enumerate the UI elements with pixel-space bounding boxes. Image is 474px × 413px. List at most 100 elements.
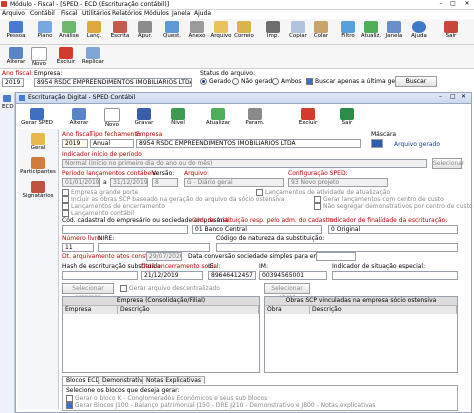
inner-alterar-button[interactable]: Alterar <box>63 106 95 127</box>
close-button[interactable]: ✕ <box>461 0 473 8</box>
toolbar-imp[interactable]: Imp. <box>259 19 287 40</box>
ativ-atualizacao-checkbox[interactable]: Lançamentos de atividade de atualização <box>256 189 390 196</box>
inner-param-button[interactable]: Param. <box>240 106 270 127</box>
toolbar-escrita[interactable]: Escrita <box>106 19 134 40</box>
gerar-scp-checkbox[interactable]: Gerar arquivo descentralizado <box>120 285 220 292</box>
selecionar-obras-button[interactable]: Selecionar obras <box>264 283 310 301</box>
toolbar-apur[interactable]: Apur. <box>131 19 159 40</box>
exit-icon <box>340 108 354 120</box>
selecionar-button[interactable]: Selecionar <box>432 158 464 169</box>
centro-custo-check <box>314 196 321 203</box>
centro-custo-checkbox[interactable]: Gerar lançamentos com centro de custo <box>314 196 444 203</box>
ie-label: IE: <box>208 263 216 270</box>
maximize-button[interactable]: □ <box>448 0 458 8</box>
radio-gerado[interactable]: Gerado <box>200 78 231 85</box>
versao-field[interactable]: 8 <box>152 178 178 187</box>
menu-janela[interactable]: Janela <box>172 10 190 18</box>
ano-fiscal-field[interactable]: 2019 <box>2 78 24 87</box>
tab-notas-explicativas[interactable]: Notas Explicativas <box>142 376 206 384</box>
toolbar-pessoa[interactable]: Pessoa <box>2 19 30 40</box>
dt-arquivamento-field[interactable]: 29/07/2020 <box>146 252 182 261</box>
toolbar-lanc[interactable]: Lanç. <box>80 19 108 40</box>
tipo-fechamento-select[interactable]: Anual <box>90 139 134 148</box>
analysis-icon <box>62 21 76 33</box>
config-sped-field[interactable]: 93 Novo projeto <box>288 178 388 187</box>
encerramento-checkbox[interactable]: Lançamentos de encerramento <box>62 203 165 210</box>
toolbar-quest[interactable]: Quest. <box>158 19 186 40</box>
inner-gravar-button[interactable]: Gravar <box>129 106 159 127</box>
arquivo-gerado-link[interactable]: Arquivo gerado <box>394 141 440 148</box>
lancamento-checkbox[interactable]: Lançamento contábil <box>62 210 134 217</box>
gerar-scp-check <box>120 285 127 292</box>
nire-field[interactable] <box>98 243 210 252</box>
inner-novo-button[interactable]: Novo <box>98 106 126 129</box>
mascara-field[interactable] <box>371 139 383 148</box>
minimize-button[interactable]: – <box>436 0 446 8</box>
blocos-j-checkbox[interactable]: Gerar Blocos J100 - Balanço patrimonial … <box>66 402 375 409</box>
empresa-form-field[interactable]: 8954 RSDC EMPREENDIMENTOS IMOBILIARIOS L… <box>136 139 361 148</box>
bloco-k-checkbox[interactable]: Gerar o bloco K - Conglomerados Econômic… <box>66 395 267 402</box>
replicar-button[interactable]: Replicar <box>79 45 107 66</box>
menu-contabil[interactable]: Contábil <box>30 10 55 18</box>
menu-arquivo[interactable]: Arquivo <box>2 10 25 18</box>
radio-ambos[interactable]: Ambos <box>272 78 302 85</box>
toolbar-ajuda[interactable]: Ajuda <box>405 19 433 40</box>
cod-cadastral-field[interactable] <box>62 225 188 234</box>
attachment-icon <box>190 21 204 33</box>
menu-modulos[interactable]: Módulos <box>144 10 169 18</box>
indicador-inicio-field[interactable]: Normal (Início no primeiro dia do ano ou… <box>62 159 427 168</box>
radio-nao-gerado[interactable]: Não gerado <box>232 78 276 85</box>
excluir-button[interactable]: Excluir <box>52 45 80 66</box>
ecd-tab-icon[interactable] <box>3 95 11 102</box>
grande-porte-checkbox[interactable]: Empresa grande porte <box>62 189 138 196</box>
inner-close-button[interactable]: ✕ <box>461 93 466 100</box>
filter-icon <box>341 21 355 33</box>
mail-icon <box>237 21 251 33</box>
dt-encerramento-field[interactable]: 21/12/2019 <box>141 271 203 280</box>
toolbar-correio[interactable]: Correio <box>230 19 258 40</box>
nav-geral[interactable]: Geral <box>22 131 54 152</box>
im-field[interactable]: 00394565001 <box>259 271 327 280</box>
incluir-scp-checkbox[interactable]: Incluir as obras SCP baseado na geração … <box>62 196 284 203</box>
ie-field[interactable]: 896464124S7 <box>208 271 256 280</box>
cod-natureza-field[interactable] <box>216 243 458 252</box>
descricao-col-header[interactable]: Descrição <box>118 306 259 314</box>
inner-nivel-button[interactable]: Nível <box>163 106 193 127</box>
menu-fiscal[interactable]: Fiscal <box>61 10 77 18</box>
versao-label: Versão: <box>152 170 175 177</box>
toolbar-colar[interactable]: Colar <box>307 19 335 40</box>
novo-button[interactable]: Novo <box>25 45 53 68</box>
inner-atualizar-button[interactable]: Atualizar <box>201 106 235 127</box>
ano-fiscal-form-field[interactable]: 2019 <box>62 139 88 148</box>
empresa-filter-field[interactable]: 8954 RSDC EMPREENDIMENTOS IMOBILIARIOS L… <box>34 78 192 87</box>
help-icon <box>412 21 426 33</box>
cod-instituicao-field[interactable]: 01 Banco Central <box>192 225 322 234</box>
numero-livro-field[interactable]: 11 <box>62 243 94 252</box>
inner-sair-button[interactable]: Sair <box>332 106 362 127</box>
empresa-col-header[interactable]: Empresa <box>63 306 118 314</box>
hash-field[interactable] <box>62 271 138 280</box>
seg-dem-checkbox[interactable]: Não segregar demonstrativos por centro d… <box>314 203 473 210</box>
nav-participantes[interactable]: Participantes <box>18 155 58 176</box>
nav-signatarios[interactable]: Signatários <box>18 179 58 200</box>
selecionar-empresa-button[interactable]: Selecionar empresa <box>62 283 114 301</box>
obra-col-header[interactable]: Obra <box>265 306 310 314</box>
toolbar-janela[interactable]: Janela <box>380 19 408 40</box>
periodo-inicio-field[interactable]: 01/01/2019 <box>62 178 100 187</box>
gerar-sped-button[interactable]: Gerar SPED <box>20 106 54 127</box>
buscar-button[interactable]: Buscar <box>395 76 437 87</box>
periodo-fim-field[interactable]: 31/12/2019 <box>110 178 148 187</box>
ind-situacao-field[interactable] <box>332 271 458 280</box>
inner-maximize-button[interactable]: □ <box>450 93 456 100</box>
toolbar-sair[interactable]: Sair <box>437 19 465 40</box>
inner-minimize-button[interactable]: – <box>439 93 442 100</box>
ind-finalidade-field[interactable]: 0 Original <box>328 225 458 234</box>
toolbar-analise[interactable]: Análise <box>55 19 83 40</box>
menu-relatorios[interactable]: Relatórios <box>112 10 142 18</box>
dt-conversao-field[interactable] <box>316 252 356 261</box>
obra-descricao-col-header[interactable]: Descrição <box>310 306 457 314</box>
inner-excluir-button[interactable]: Excluir <box>293 106 323 127</box>
menu-ajuda[interactable]: Ajuda <box>194 10 211 18</box>
menu-utilitarios[interactable]: Utilitários <box>82 10 111 18</box>
arquivo-field[interactable]: G - Diário geral <box>184 178 284 187</box>
